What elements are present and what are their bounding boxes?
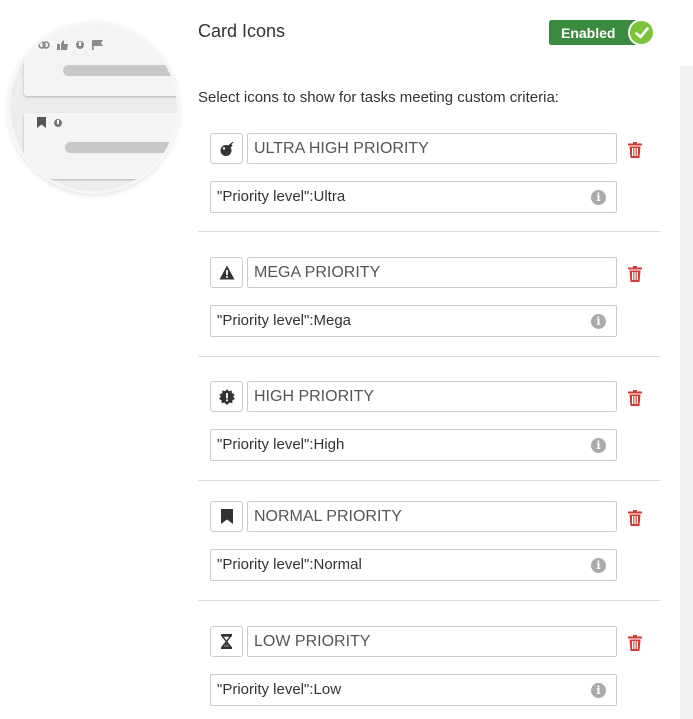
divider: [198, 231, 660, 232]
trash-icon[interactable]: [628, 142, 642, 158]
divider: [198, 600, 660, 601]
rule-icon-picker[interactable]: [210, 381, 243, 412]
trash-icon[interactable]: [628, 266, 642, 282]
preview-icon-row: [38, 40, 103, 50]
divider: [198, 356, 660, 357]
divider: [198, 480, 660, 481]
info-icon[interactable]: i: [591, 190, 606, 205]
rule-icon-picker[interactable]: [210, 257, 243, 288]
enabled-toggle[interactable]: Enabled: [549, 19, 655, 46]
thumbs-up-icon: [57, 40, 68, 50]
rule-name-input[interactable]: LOW PRIORITY: [247, 626, 617, 657]
rule-query-input[interactable]: "Priority level":Ultra i: [210, 181, 617, 213]
bomb-icon: [220, 141, 233, 156]
flag-icon: [92, 40, 103, 50]
rule-query-text: "Priority level":Low: [217, 681, 342, 698]
trash-icon[interactable]: [628, 635, 642, 651]
rule-query-input[interactable]: "Priority level":High i: [210, 429, 617, 461]
scroll-gutter: [680, 66, 693, 719]
info-icon[interactable]: i: [591, 683, 606, 698]
rule-query-text: "Priority level":High: [217, 436, 345, 453]
rule-icon-picker[interactable]: [210, 133, 243, 164]
trash-icon[interactable]: [628, 390, 642, 406]
preview-text-bar: [63, 65, 177, 76]
rule-icon-picker[interactable]: [210, 626, 243, 657]
preview-text-bar: [65, 142, 177, 153]
preview-icon-row: [37, 117, 63, 128]
rule-query-text: "Priority level":Ultra: [217, 188, 346, 205]
preview-card: [24, 24, 177, 96]
section-description: Select icons to show for tasks meeting c…: [198, 89, 559, 106]
hourglass-icon: [221, 634, 232, 649]
rule-query-input[interactable]: "Priority level":Low i: [210, 674, 617, 706]
rule-name-input[interactable]: ULTRA HIGH PRIORITY: [247, 133, 617, 164]
rule-query-text: "Priority level":Normal: [217, 556, 362, 573]
warning-icon: [219, 265, 234, 280]
bug-icon: [76, 41, 84, 49]
checkmark-icon: [628, 19, 655, 46]
bookmark-icon: [37, 117, 46, 128]
info-icon[interactable]: i: [591, 438, 606, 453]
bug-icon: [218, 388, 235, 405]
rule-name-input[interactable]: NORMAL PRIORITY: [247, 501, 617, 532]
rule-query-input[interactable]: "Priority level":Mega i: [210, 305, 617, 337]
toggle-label: Enabled: [561, 25, 616, 41]
section-title: Card Icons: [198, 21, 286, 41]
card-preview: [10, 24, 177, 191]
rule-name-input[interactable]: HIGH PRIORITY: [247, 381, 617, 412]
rule-name-input[interactable]: MEGA PRIORITY: [247, 257, 617, 288]
bookmark-icon: [220, 509, 233, 524]
bug-icon: [54, 118, 62, 127]
rule-icon-picker[interactable]: [210, 501, 243, 532]
rule-query-text: "Priority level":Mega: [217, 312, 352, 329]
link-icon: [38, 41, 50, 49]
trash-icon[interactable]: [628, 510, 642, 526]
info-icon[interactable]: i: [591, 314, 606, 329]
info-icon[interactable]: i: [591, 558, 606, 573]
rule-query-input[interactable]: "Priority level":Normal i: [210, 549, 617, 581]
